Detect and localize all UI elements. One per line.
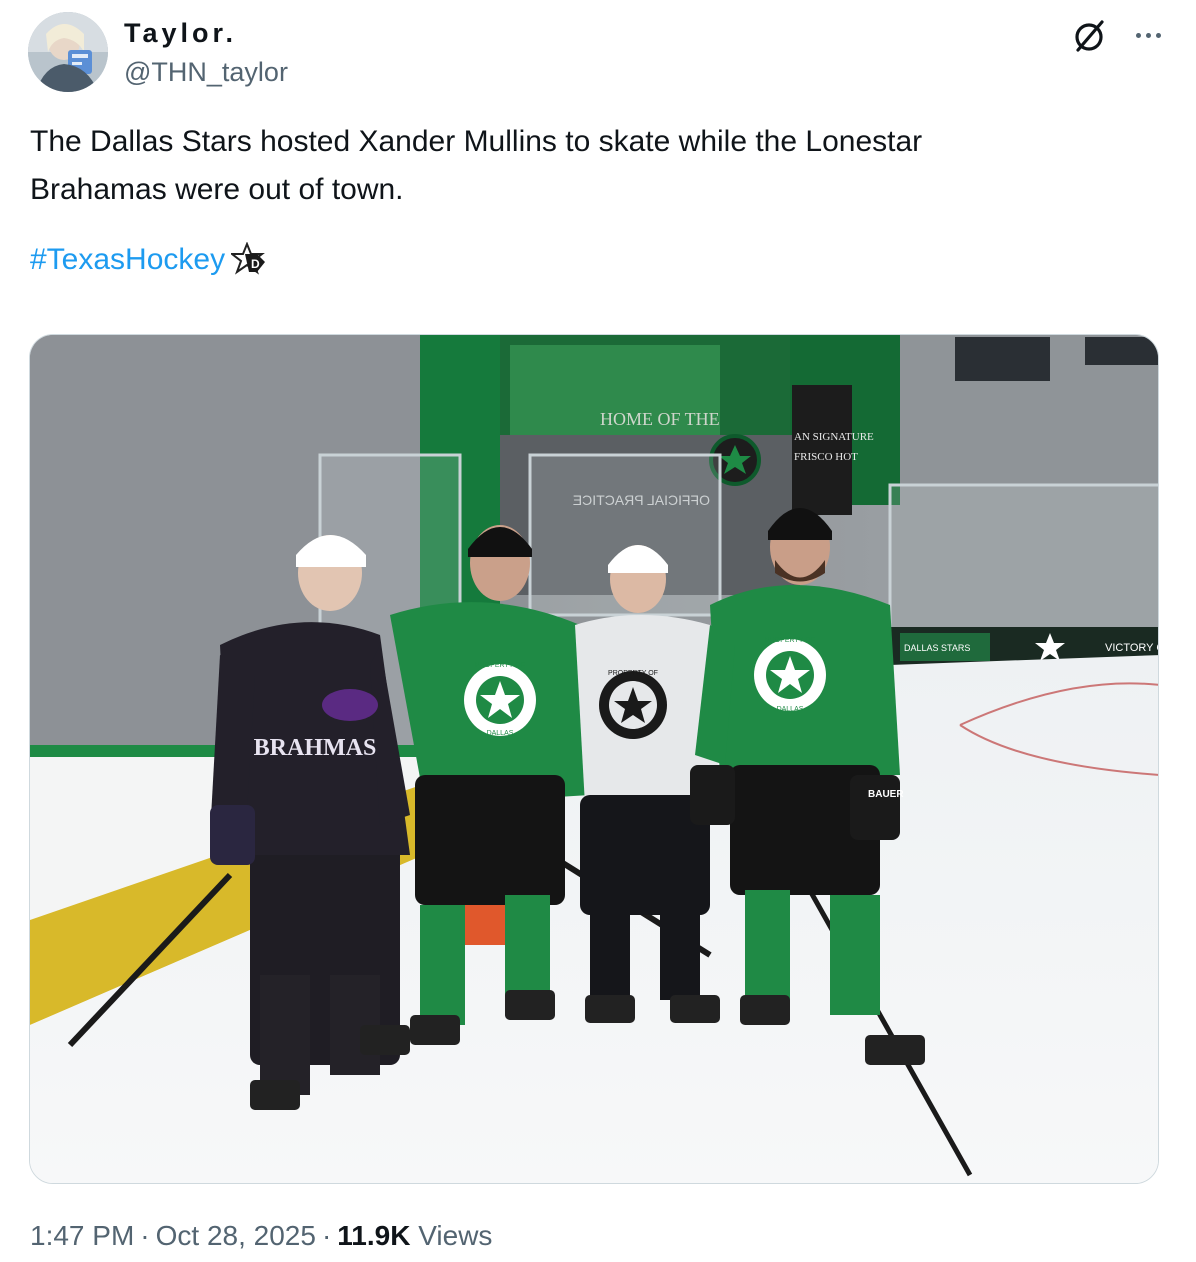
more-options-icon[interactable] <box>1128 20 1168 50</box>
tweet-time-link[interactable]: 1:47 PM · Oct 28, 2025 <box>30 1220 316 1251</box>
grok-icon[interactable] <box>1070 18 1108 56</box>
tweet-time: 1:47 PM <box>30 1220 135 1251</box>
dallas-text-2: DALLAS <box>487 730 514 737</box>
tweet-text-line-1: The Dallas Stars hosted Xander Mullins t… <box>30 125 923 158</box>
victory-board-text: VICTORY C <box>1105 642 1159 654</box>
avatar-image <box>28 12 108 92</box>
views-label: Views <box>418 1220 493 1251</box>
author-handle[interactable]: @THN_taylor <box>124 54 288 90</box>
property-of-text-3: PROPERTY OF <box>608 670 658 677</box>
hotel-sign-line-1: AN SIGNATURE <box>794 431 874 443</box>
tweet-meta: 1:47 PM · Oct 28, 2025 · 11.9K Views <box>30 1216 492 1256</box>
views-link[interactable]: 11.9K Views <box>337 1220 492 1251</box>
tweet-photo[interactable]: HOME OF THE OFFICIAL PRACTICE AN SIGNATU… <box>29 334 1159 1184</box>
hashtag-line: #TexasHockey D <box>30 238 271 282</box>
views-count: 11.9K <box>337 1220 411 1251</box>
meta-separator: · <box>321 1220 332 1251</box>
dot <box>1135 32 1141 38</box>
avatar[interactable] <box>28 12 108 92</box>
bauer-glove-text: BAUER <box>868 789 904 800</box>
rink-photo-illustration: HOME OF THE OFFICIAL PRACTICE AN SIGNATU… <box>30 335 1159 1183</box>
tweet-date: Oct 28, 2025 <box>155 1220 316 1251</box>
dallas-text-4: DALLAS <box>777 706 804 713</box>
banner-home-text: HOME OF THE <box>600 409 720 429</box>
author-display-name[interactable]: Taylor. <box>124 16 288 50</box>
tweet-header: Taylor. @THN_taylor <box>28 10 1168 92</box>
property-of-text-2: PROPERTY OF <box>475 662 525 669</box>
dallas-stars-emoji-icon: D <box>231 242 266 275</box>
svg-text:D: D <box>251 257 260 271</box>
brahmas-jersey-text: BRAHMAS <box>254 735 377 761</box>
tweet-text: The Dallas Stars hosted Xander Mullins t… <box>30 118 1160 214</box>
meta-separator: · <box>140 1220 150 1251</box>
author-names: Taylor. @THN_taylor <box>124 16 288 90</box>
dallas-stars-board-text: DALLAS STARS <box>904 643 970 653</box>
hotel-sign-line-2: FRISCO HOT <box>794 451 858 463</box>
tweet-text-line-2: Brahamas were out of town. <box>30 173 404 206</box>
dot <box>1145 32 1151 38</box>
hashtag-link[interactable]: #TexasHockey <box>30 238 225 282</box>
dot <box>1155 32 1161 38</box>
property-of-text-4: PROPERTY OF <box>765 637 815 644</box>
